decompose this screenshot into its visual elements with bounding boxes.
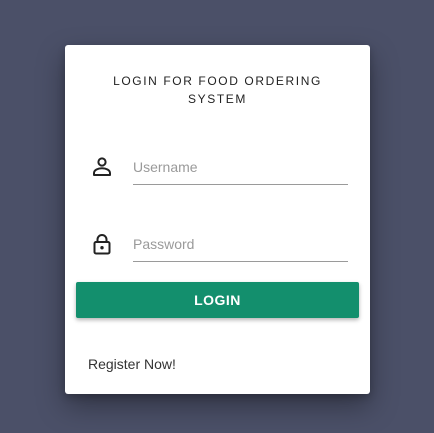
register-link[interactable]: Register Now! <box>88 356 176 372</box>
login-card: LOGIN FOR FOOD ORDERING SYSTEM LOGIN Reg… <box>65 45 370 394</box>
password-input[interactable] <box>133 227 348 262</box>
lock-icon <box>90 232 114 256</box>
login-title: LOGIN FOR FOOD ORDERING SYSTEM <box>113 74 322 106</box>
login-button[interactable]: LOGIN <box>76 282 359 318</box>
user-icon <box>90 155 114 179</box>
username-input[interactable] <box>133 150 348 185</box>
